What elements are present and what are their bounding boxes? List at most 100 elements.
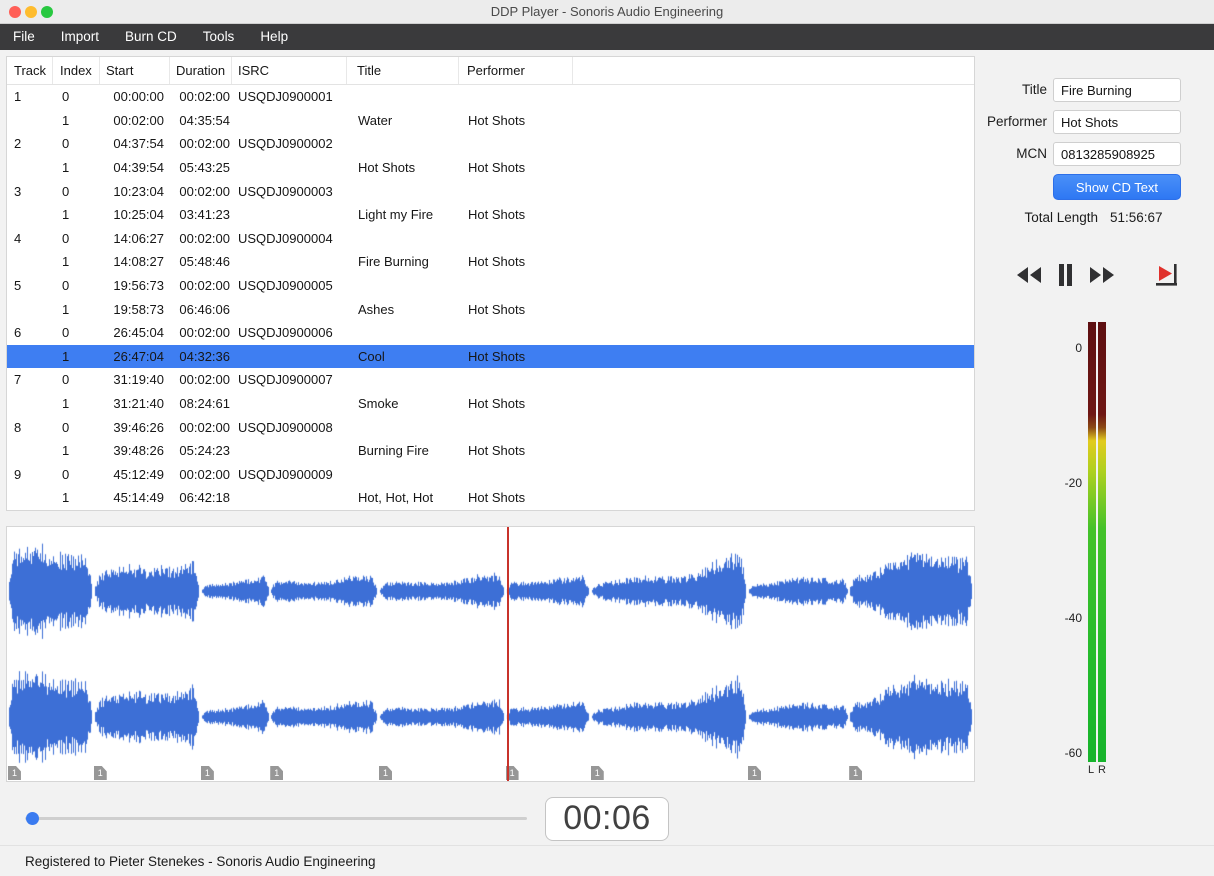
table-row[interactable]: 1 26:47:04 04:32:36 Cool Hot Shots xyxy=(7,344,974,369)
cell-start: 19:58:73 xyxy=(113,301,164,317)
cell-index: 0 xyxy=(62,89,70,105)
cell-title: Cool xyxy=(358,348,385,364)
pause-icon xyxy=(1059,264,1072,286)
cell-performer: Hot Shots xyxy=(468,348,526,364)
cell-start: 39:46:26 xyxy=(113,419,164,435)
rewind-button[interactable] xyxy=(1016,266,1042,284)
cell-duration: 05:43:25 xyxy=(179,160,230,176)
cell-start: 31:19:40 xyxy=(113,372,164,388)
cell-start: 04:37:54 xyxy=(113,136,164,152)
table-row[interactable]: 4 0 14:06:27 00:02:00 USQDJ0900004 xyxy=(7,227,974,251)
seek-slider-track[interactable] xyxy=(25,817,527,820)
table-row[interactable]: 7 0 31:19:40 00:02:00 USQDJ0900007 xyxy=(7,368,974,392)
seek-slider-thumb[interactable] xyxy=(26,812,40,825)
menu-file[interactable]: File xyxy=(0,24,48,50)
col-title[interactable]: Title xyxy=(347,57,459,84)
cell-index: 1 xyxy=(62,254,70,270)
cell-start: 00:00:00 xyxy=(113,89,164,105)
waveform-canvas[interactable] xyxy=(7,527,974,781)
col-track[interactable]: Track xyxy=(7,57,53,84)
cell-duration: 00:02:00 xyxy=(179,230,230,246)
cell-duration: 05:24:23 xyxy=(179,443,230,459)
cell-duration: 00:02:00 xyxy=(179,419,230,435)
cell-duration: 00:02:00 xyxy=(179,325,230,341)
status-text: Registered to Pieter Stenekes - Sonoris … xyxy=(25,854,376,869)
playback-cursor[interactable] xyxy=(507,527,510,781)
table-row[interactable]: 1 04:39:54 05:43:25 Hot Shots Hot Shots xyxy=(7,156,974,180)
col-duration[interactable]: Duration xyxy=(170,57,232,84)
cell-duration: 05:48:46 xyxy=(179,254,230,270)
cell-duration: 04:32:36 xyxy=(179,348,230,364)
minimize-button[interactable] xyxy=(25,6,37,18)
performer-input[interactable] xyxy=(1053,110,1181,134)
cell-index: 1 xyxy=(62,207,70,223)
table-row[interactable]: 1 14:08:27 05:48:46 Fire Burning Hot Shots xyxy=(7,250,974,274)
play-to-marker-button[interactable] xyxy=(1155,263,1181,287)
level-meter-right xyxy=(1098,322,1106,762)
title-label: Title xyxy=(1021,82,1047,97)
table-row[interactable]: 1 0 00:00:00 00:02:00 USQDJ0900001 xyxy=(7,85,974,109)
cell-track: 1 xyxy=(14,89,22,105)
cell-title: Smoke xyxy=(358,396,399,412)
table-row[interactable]: 1 19:58:73 06:46:06 Ashes Hot Shots xyxy=(7,297,974,321)
table-row[interactable]: 8 0 39:46:26 00:02:00 USQDJ0900008 xyxy=(7,415,974,439)
level-meter-left xyxy=(1088,322,1096,762)
cell-index: 1 xyxy=(62,348,70,364)
titlebar: DDP Player - Sonoris Audio Engineering xyxy=(0,0,1214,24)
cell-start: 10:25:04 xyxy=(113,207,164,223)
cell-isrc: USQDJ0900003 xyxy=(238,183,333,199)
title-input[interactable] xyxy=(1053,78,1181,102)
channel-left-label: L xyxy=(1087,764,1095,776)
col-isrc[interactable]: ISRC xyxy=(232,57,347,84)
mcn-input[interactable] xyxy=(1053,142,1181,166)
cell-index: 1 xyxy=(62,160,70,176)
fast-forward-button[interactable] xyxy=(1089,266,1115,284)
show-cd-text-button[interactable]: Show CD Text xyxy=(1053,174,1181,200)
time-display: 00:06 xyxy=(545,797,669,841)
cell-title: Light my Fire xyxy=(358,207,434,223)
cell-index: 0 xyxy=(62,325,70,341)
mcn-label: MCN xyxy=(1016,146,1047,161)
waveform-panel[interactable]: 111111111 xyxy=(6,526,975,782)
cell-performer: Hot Shots xyxy=(468,160,526,176)
col-index[interactable]: Index xyxy=(53,57,100,84)
cell-isrc: USQDJ0900006 xyxy=(238,325,333,341)
cell-duration: 00:02:00 xyxy=(179,466,230,482)
table-row[interactable]: 1 45:14:49 06:42:18 Hot, Hot, Hot Hot Shots xyxy=(7,486,974,510)
table-row[interactable]: 1 39:48:26 05:24:23 Burning Fire Hot Shots xyxy=(7,439,974,463)
zoom-button[interactable] xyxy=(41,6,53,18)
close-button[interactable] xyxy=(9,6,21,18)
table-row[interactable]: 3 0 10:23:04 00:02:00 USQDJ0900003 xyxy=(7,179,974,203)
table-row[interactable]: 2 0 04:37:54 00:02:00 USQDJ0900002 xyxy=(7,132,974,156)
cell-track: 5 xyxy=(14,278,22,294)
cell-start: 19:56:73 xyxy=(113,278,164,294)
menu-tools[interactable]: Tools xyxy=(190,24,248,50)
table-row[interactable]: 1 00:02:00 04:35:54 Water Hot Shots xyxy=(7,109,974,133)
performer-label: Performer xyxy=(986,114,1047,129)
cell-performer: Hot Shots xyxy=(468,490,526,506)
table-row[interactable]: 5 0 19:56:73 00:02:00 USQDJ0900005 xyxy=(7,274,974,298)
menu-burn-cd[interactable]: Burn CD xyxy=(112,24,190,50)
fast-forward-icon xyxy=(1090,267,1114,283)
menu-import[interactable]: Import xyxy=(48,24,112,50)
meter-scale-40: -40 xyxy=(1064,611,1082,625)
table-row[interactable]: 9 0 45:12:49 00:02:00 USQDJ0900009 xyxy=(7,463,974,487)
cell-index: 1 xyxy=(62,443,70,459)
table-row[interactable]: 1 10:25:04 03:41:23 Light my Fire Hot Shots xyxy=(7,203,974,227)
cell-title: Burning Fire xyxy=(358,443,429,459)
table-row[interactable]: 1 31:21:40 08:24:61 Smoke Hot Shots xyxy=(7,392,974,416)
cell-title: Hot, Hot, Hot xyxy=(358,490,434,506)
cell-title: Ashes xyxy=(358,301,395,317)
table-row[interactable]: 6 0 26:45:04 00:02:00 USQDJ0900006 xyxy=(7,321,974,345)
menu-help[interactable]: Help xyxy=(247,24,301,50)
cell-start: 45:12:49 xyxy=(113,466,164,482)
col-start[interactable]: Start xyxy=(100,57,170,84)
cell-isrc: USQDJ0900008 xyxy=(238,419,333,435)
pause-button[interactable] xyxy=(1058,264,1073,286)
cell-duration: 00:02:00 xyxy=(179,136,230,152)
cell-start: 04:39:54 xyxy=(113,160,164,176)
col-performer[interactable]: Performer xyxy=(459,57,573,84)
cell-isrc: USQDJ0900009 xyxy=(238,466,333,482)
table-header: Track Index Start Duration ISRC Title Pe… xyxy=(7,57,974,85)
cell-index: 1 xyxy=(62,396,70,412)
